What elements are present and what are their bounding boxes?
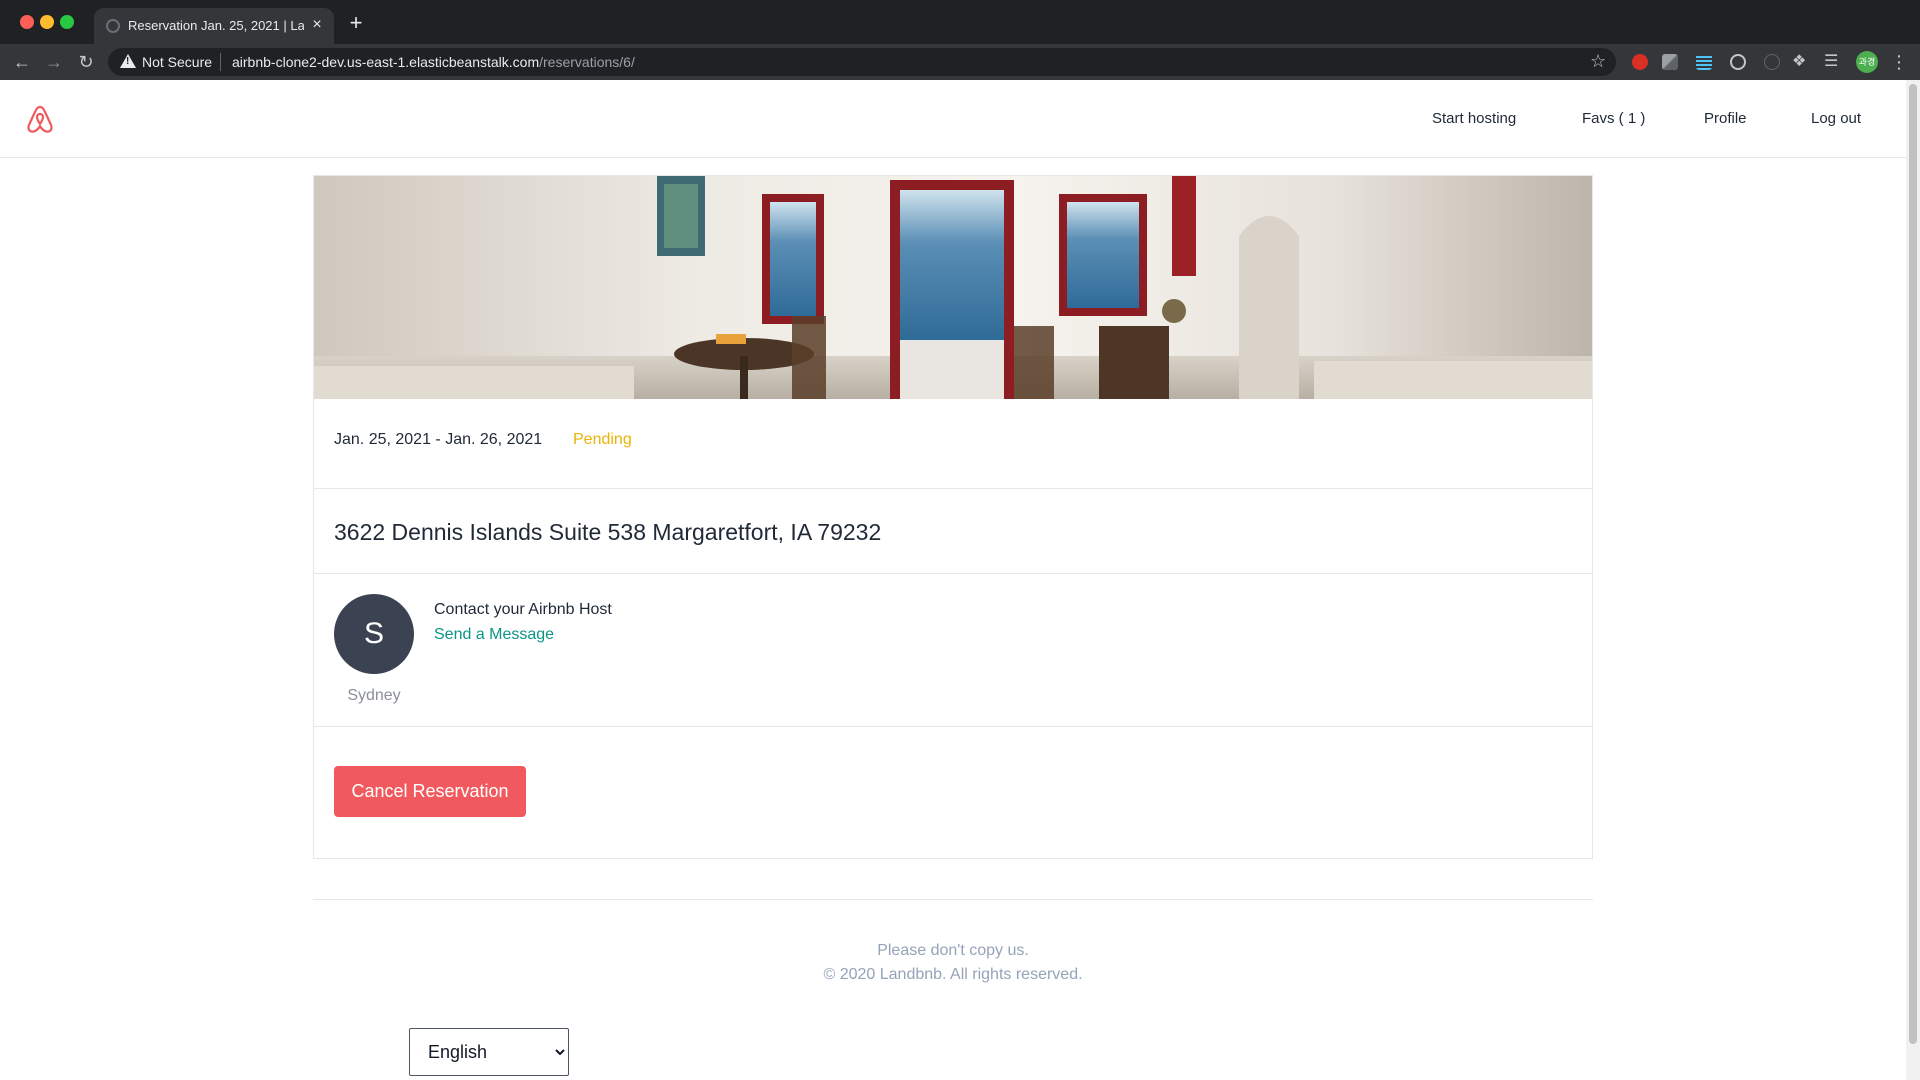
browser-tab-bar: Reservation Jan. 25, 2021 | Landbnb × + <box>0 0 1920 44</box>
page-scrollbar-thumb[interactable] <box>1909 84 1917 1044</box>
reservation-dates: Jan. 25, 2021 - Jan. 26, 2021 <box>334 431 543 448</box>
window-maximize-control[interactable] <box>60 15 74 29</box>
pen-extension-icon[interactable] <box>1662 54 1678 70</box>
page-content: Start hosting Favs ( 1 ) Profile Log out <box>0 80 1906 1080</box>
reload-icon[interactable]: ↻ <box>74 50 98 74</box>
new-tab-button[interactable]: + <box>344 12 368 36</box>
footer-copyright: © 2020 Landbnb. All rights reserved. <box>823 966 1083 983</box>
reservation-card: Jan. 25, 2021 - Jan. 26, 2021 Pending 36… <box>313 175 1593 859</box>
listing-address: 3622 Dennis Islands Suite 538 Margaretfo… <box>334 519 882 545</box>
nav-start-hosting[interactable]: Start hosting <box>1432 110 1516 127</box>
bookmark-star-icon[interactable]: ☆ <box>1590 51 1606 72</box>
room-photo <box>314 176 1592 399</box>
footer-disclaimer: Please don't copy us. <box>877 942 1029 959</box>
contact-host-label: Contact your Airbnb Host <box>434 601 612 618</box>
nav-logout[interactable]: Log out <box>1811 110 1861 127</box>
forward-arrow-icon[interactable]: → <box>42 50 66 74</box>
tab-close-icon[interactable]: × <box>308 16 326 34</box>
nav-favs[interactable]: Favs ( 1 ) <box>1582 110 1645 127</box>
status-badge: Pending <box>573 431 632 448</box>
window-close-control[interactable] <box>20 15 34 29</box>
reservation-dates-row: Jan. 25, 2021 - Jan. 26, 2021 Pending <box>314 399 1592 489</box>
tab-favicon-icon <box>106 19 120 33</box>
host-name: Sydney <box>347 687 401 704</box>
url-path: /reservations/6/ <box>539 54 635 70</box>
puzzle-extensions-icon[interactable]: ❖ <box>1792 54 1808 70</box>
language-select[interactable]: English <box>409 1028 569 1076</box>
tab-title: Reservation Jan. 25, 2021 | Landbnb <box>128 18 304 33</box>
nav-profile[interactable]: Profile <box>1704 110 1747 127</box>
host-avatar[interactable]: S <box>334 594 414 674</box>
adblock-extension-icon[interactable] <box>1632 54 1648 70</box>
airbnb-logo-icon[interactable] <box>26 104 54 134</box>
site-header: Start hosting Favs ( 1 ) Profile Log out <box>0 80 1906 158</box>
browser-tab-active[interactable]: Reservation Jan. 25, 2021 | Landbnb × <box>94 8 334 44</box>
stack-extension-icon[interactable] <box>1696 54 1712 70</box>
reading-list-icon[interactable]: ☰ <box>1824 54 1840 70</box>
url-host: airbnb-clone2-dev.us-east-1.elasticbeans… <box>232 54 540 70</box>
cancel-reservation-button[interactable]: Cancel Reservation <box>334 766 526 817</box>
kebab-menu-icon[interactable]: ⋮ <box>1890 50 1908 74</box>
react-devtools-icon[interactable] <box>1730 54 1746 70</box>
extension-circle-icon[interactable] <box>1764 54 1780 70</box>
address-bar[interactable]: Not Secure airbnb-clone2-dev.us-east-1.e… <box>108 48 1616 76</box>
browser-profile-avatar[interactable]: 과경 <box>1856 51 1878 73</box>
address-divider <box>220 53 221 71</box>
browser-toolbar: ← → ↻ Not Secure airbnb-clone2-dev.us-ea… <box>0 44 1920 80</box>
url-text[interactable]: airbnb-clone2-dev.us-east-1.elasticbeans… <box>232 54 635 70</box>
footer-divider <box>313 899 1593 900</box>
security-indicator[interactable]: Not Secure <box>142 54 212 70</box>
back-arrow-icon[interactable]: ← <box>10 50 34 74</box>
window-minimize-control[interactable] <box>40 15 54 29</box>
warning-triangle-icon <box>120 54 136 68</box>
host-contact-row: S Sydney Contact your Airbnb Host Send a… <box>314 574 1592 727</box>
send-message-link[interactable]: Send a Message <box>434 626 554 644</box>
reservation-address-row: 3622 Dennis Islands Suite 538 Margaretfo… <box>314 489 1592 574</box>
